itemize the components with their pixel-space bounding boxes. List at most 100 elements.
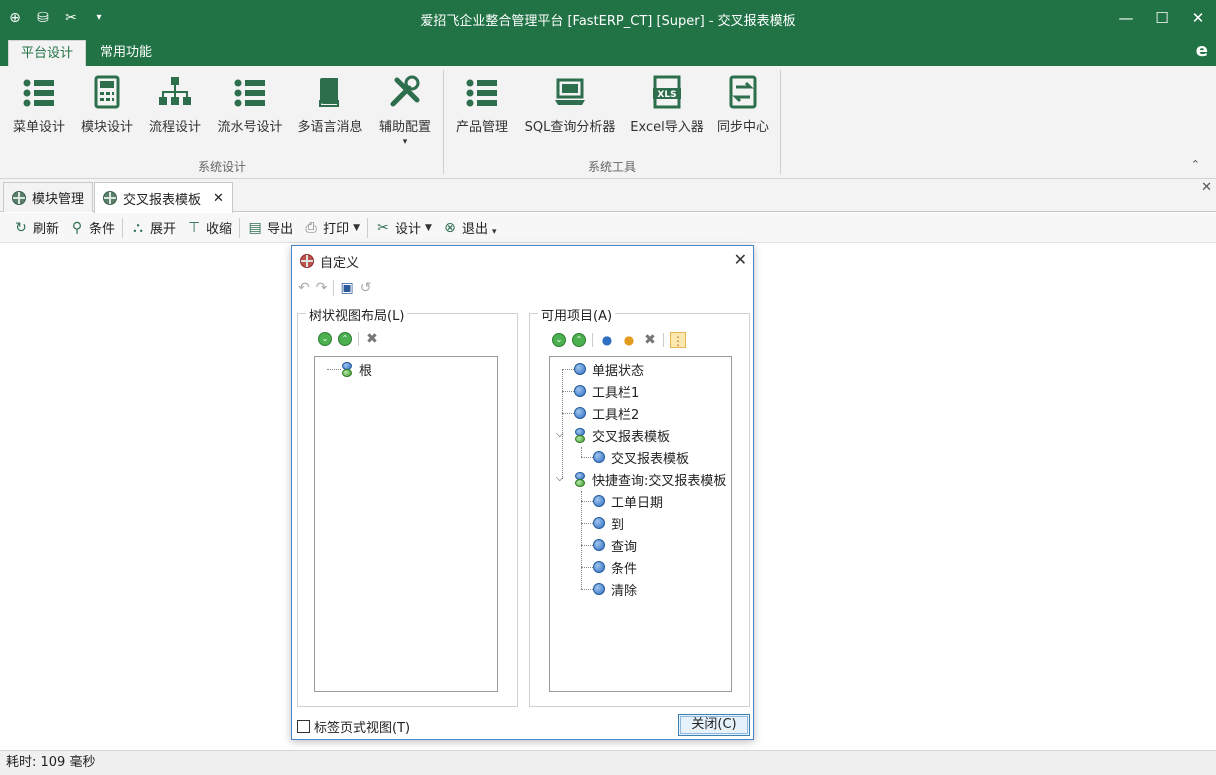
- tree-node[interactable]: 查询: [593, 534, 637, 556]
- product-management-button[interactable]: 产品管理: [452, 74, 512, 135]
- add-group-icon[interactable]: ●: [621, 332, 637, 348]
- multi-language-button[interactable]: 多语言消息: [294, 74, 366, 135]
- tab-view-checkbox[interactable]: 标签页式视图(T): [297, 717, 410, 736]
- tree-node[interactable]: 工具栏1: [574, 380, 639, 402]
- close-button[interactable]: 关闭(C): [678, 714, 750, 736]
- refresh-label: 刷新: [33, 222, 60, 237]
- chevron-down-icon[interactable]: ⌵: [556, 429, 564, 440]
- flow-design-label: 流程设计: [148, 120, 201, 135]
- redo-icon[interactable]: ↷: [316, 280, 328, 296]
- numbered-list-icon: [234, 79, 265, 107]
- tree-connector: [581, 545, 593, 546]
- chevron-down-icon[interactable]: ⌵: [556, 473, 564, 484]
- window-controls: — ☐ ✕: [1108, 0, 1216, 36]
- tab-view-label: 标签页式视图(T): [314, 721, 411, 736]
- checkbox[interactable]: [297, 720, 310, 733]
- node-group-icon: [574, 427, 586, 443]
- tree-node[interactable]: 交叉报表模板: [593, 446, 689, 468]
- tree-node-label: 条件: [611, 561, 638, 577]
- close-window-button[interactable]: ✕: [1180, 0, 1216, 36]
- flow-design-button[interactable]: 流程设计: [146, 74, 204, 135]
- available-items-tree[interactable]: 单据状态 工具栏1 工具栏2 ⌵ 交叉报表模板 交叉报表模板 ⌵ 快捷查询:交叉…: [549, 356, 732, 692]
- collapse-button[interactable]: ⊤ 收缩: [181, 216, 237, 240]
- tree-layout-legend: 树状视图布局(L): [306, 305, 408, 324]
- design-button[interactable]: ✂ 设计 ▼: [370, 216, 437, 240]
- list-icon: [23, 79, 54, 107]
- item-icon: [593, 583, 605, 595]
- multi-language-label: 多语言消息: [297, 120, 363, 135]
- tab-platform-design[interactable]: 平台设计: [8, 40, 87, 66]
- ribbon: 菜单设计 模块设计 流程设计 流水号设计 多语言消息 辅助配置 ▾ 系统设计 产…: [0, 66, 1216, 179]
- exit-icon: ⊗: [444, 219, 456, 236]
- tree-node[interactable]: 到: [593, 512, 624, 534]
- tree-connector: [562, 413, 574, 414]
- layout-tree[interactable]: 根: [314, 356, 498, 692]
- chevron-up-icon[interactable]: ⌃: [1191, 158, 1200, 171]
- move-up-icon[interactable]: ⌃: [572, 333, 586, 347]
- maximize-button[interactable]: ☐: [1144, 0, 1180, 36]
- sql-analyzer-label: SQL查询分析器: [524, 120, 616, 135]
- org-chart-icon: [159, 77, 191, 105]
- export-button[interactable]: ▤ 导出: [242, 216, 298, 240]
- minimize-button[interactable]: —: [1108, 0, 1144, 36]
- tree-node[interactable]: 条件: [593, 556, 637, 578]
- left-panel-tools: ⌄ ⌃ ✖: [318, 332, 379, 346]
- tree-node[interactable]: 工具栏2: [574, 402, 639, 424]
- tree-layout-group: 树状视图布局(L) ⌄ ⌃ ✖ 根: [297, 305, 518, 707]
- tree-connector: [581, 447, 582, 457]
- expand-button[interactable]: ⛬ 展开: [125, 216, 181, 240]
- move-up-icon[interactable]: ⌃: [338, 332, 352, 346]
- doc-tab-cross-report[interactable]: 交叉报表模板 ✕: [94, 182, 233, 213]
- elapsed-time-text: 耗时: 109 毫秒: [6, 755, 96, 770]
- serial-design-button[interactable]: 流水号设计: [214, 74, 286, 135]
- doc-tab-module-management[interactable]: 模块管理: [3, 182, 94, 212]
- tree-node-label: 交叉报表模板: [611, 451, 690, 467]
- close-dialog-button[interactable]: ✕: [734, 250, 747, 269]
- tree-node-group[interactable]: 交叉报表模板: [574, 424, 670, 446]
- module-design-button[interactable]: 模块设计: [78, 74, 136, 135]
- move-down-icon[interactable]: ⌄: [318, 332, 332, 346]
- reset-icon[interactable]: ↺: [360, 280, 372, 296]
- tree-node-group[interactable]: 快捷查询:交叉报表模板: [574, 468, 726, 490]
- aux-config-button[interactable]: 辅助配置 ▾: [374, 74, 436, 147]
- tree-node[interactable]: 工单日期: [593, 490, 663, 512]
- title-bar: ⊕ ⛁ ✂ ▾ 爱招飞企业整合管理平台 [FastERP_CT] [Super]…: [0, 0, 1216, 36]
- tree-node-label: 单据状态: [592, 363, 645, 379]
- excel-importer-button[interactable]: XLS Excel导入器: [628, 74, 706, 135]
- print-button[interactable]: ⎙ 打印 ▼: [298, 216, 365, 240]
- tab-common-functions[interactable]: 常用功能: [88, 40, 164, 66]
- tree-node[interactable]: 清除: [593, 578, 637, 600]
- move-down-icon[interactable]: ⌄: [552, 333, 566, 347]
- item-icon: [593, 517, 605, 529]
- condition-button[interactable]: ⚲ 条件: [64, 216, 120, 240]
- tools-icon: ✂: [377, 219, 389, 236]
- refresh-icon[interactable]: e: [1196, 40, 1208, 61]
- tree-view-icon[interactable]: ⋮: [670, 332, 686, 348]
- globe-icon: [103, 191, 117, 205]
- condition-label: 条件: [89, 222, 116, 237]
- window-title: 爱招飞企业整合管理平台 [FastERP_CT] [Super] - 交叉报表模…: [420, 14, 796, 29]
- exit-label: 退出: [461, 222, 488, 237]
- sync-center-button[interactable]: 同步中心: [714, 74, 772, 135]
- delete-icon[interactable]: ✖: [643, 333, 657, 347]
- tree-connector: [562, 391, 574, 392]
- refresh-button[interactable]: ↻ 刷新: [8, 216, 64, 240]
- export-icon: ▤: [248, 219, 262, 236]
- save-icon[interactable]: ▣: [340, 280, 353, 296]
- exit-button[interactable]: ⊗ 退出 ▾: [437, 216, 502, 240]
- delete-icon[interactable]: ✖: [365, 332, 379, 346]
- tree-connector: [581, 567, 593, 568]
- undo-icon[interactable]: ↶: [298, 280, 310, 296]
- menu-design-button[interactable]: 菜单设计: [10, 74, 68, 135]
- tree-node-root[interactable]: 根: [341, 358, 372, 380]
- tree-node[interactable]: 单据状态: [574, 358, 644, 380]
- dialog-toolbar: ↶ ↷ ▣ ↺: [298, 280, 371, 296]
- add-item-icon[interactable]: ●: [599, 332, 615, 348]
- close-all-tabs-icon[interactable]: ✕: [1201, 180, 1212, 195]
- close-icon[interactable]: ✕: [213, 191, 224, 206]
- sql-analyzer-button[interactable]: SQL查询分析器: [522, 74, 618, 135]
- chevron-down-icon: ▾: [402, 137, 408, 147]
- overflow-icon[interactable]: ▾: [492, 227, 497, 237]
- tree-connector: [581, 501, 593, 502]
- chevron-down-icon: ▼: [353, 222, 361, 233]
